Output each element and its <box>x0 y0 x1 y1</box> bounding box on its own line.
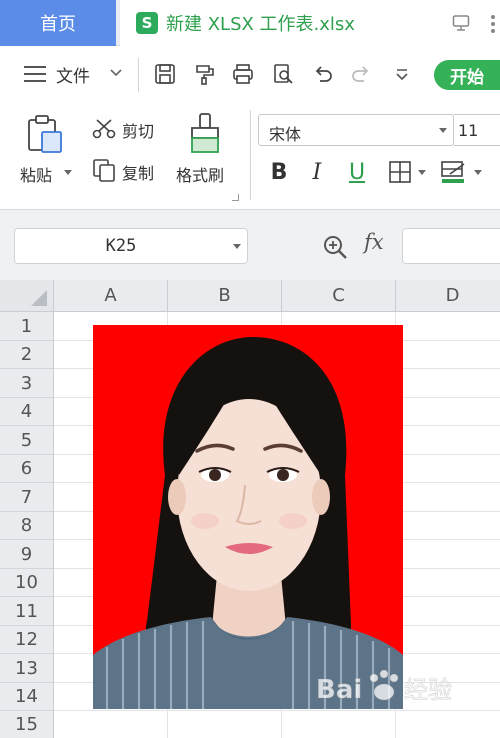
italic-button[interactable]: I <box>304 158 330 186</box>
ribbon-toolbar: 粘贴 剪切 复制 格式刷 宋体 11 B I U <box>0 102 500 210</box>
toolbar-divider <box>138 58 139 92</box>
borders-icon[interactable] <box>388 160 414 184</box>
column-header-b[interactable]: B <box>168 280 282 312</box>
print-preview-icon[interactable] <box>272 63 294 85</box>
portrait-illustration <box>93 337 403 709</box>
row-header[interactable]: 10 <box>0 569 54 597</box>
row-header[interactable]: 3 <box>0 369 54 398</box>
tab-document[interactable]: S 新建 XLSX 工作表.xlsx <box>120 0 500 46</box>
formula-input[interactable] <box>402 228 500 264</box>
undo-icon[interactable] <box>312 63 334 85</box>
row-header[interactable]: 5 <box>0 426 54 455</box>
bold-button[interactable]: B <box>266 158 292 186</box>
row-header[interactable]: 8 <box>0 512 54 540</box>
row-header[interactable]: 7 <box>0 483 54 512</box>
paste-icon[interactable] <box>26 114 64 154</box>
formula-bar: K25 fx <box>0 210 500 280</box>
tab-document-label: 新建 XLSX 工作表.xlsx <box>166 14 355 35</box>
row-header[interactable]: 1 <box>0 312 54 341</box>
format-painter-button[interactable]: 格式刷 <box>176 162 224 186</box>
row-header[interactable]: 9 <box>0 540 54 569</box>
chevron-down-icon[interactable] <box>108 64 124 80</box>
save-icon[interactable] <box>154 63 176 85</box>
print-icon[interactable] <box>232 63 254 85</box>
cut-button[interactable]: 剪切 <box>122 118 154 142</box>
name-box-dropdown-icon <box>233 244 241 249</box>
font-size-select[interactable]: 11 <box>454 114 500 146</box>
row-header[interactable]: 4 <box>0 398 54 426</box>
ribbon-divider <box>250 110 251 200</box>
more-dropdown-icon[interactable] <box>394 68 410 82</box>
start-tab-label: 开始 <box>450 67 484 88</box>
cell-reference: K25 <box>105 236 137 256</box>
row-header[interactable]: 14 <box>0 683 54 711</box>
paste-dropdown-icon[interactable] <box>64 170 72 176</box>
start-tab-button[interactable]: 开始 <box>434 60 500 90</box>
svg-text:Bai: Bai <box>316 675 362 705</box>
row-header[interactable]: 12 <box>0 626 54 654</box>
fill-color-icon[interactable] <box>440 160 468 184</box>
clipboard-dialog-launcher-icon[interactable] <box>232 194 239 201</box>
more-options-icon[interactable] <box>486 12 500 34</box>
insert-function-button[interactable]: fx <box>364 230 384 254</box>
tab-bar: 首页 S 新建 XLSX 工作表.xlsx <box>0 0 500 46</box>
monitor-icon[interactable] <box>452 14 470 32</box>
redo-icon[interactable] <box>350 63 372 85</box>
file-menu[interactable]: 文件 <box>56 62 90 87</box>
zoom-icon[interactable] <box>322 234 348 260</box>
copy-icon[interactable] <box>92 158 116 182</box>
row-header[interactable]: 15 <box>0 711 54 738</box>
row-header[interactable]: 2 <box>0 341 54 369</box>
row-header[interactable]: 6 <box>0 455 54 483</box>
format-painter-icon[interactable] <box>186 112 224 154</box>
menu-row: 文件 开始 <box>0 46 500 102</box>
underline-button[interactable]: U <box>344 158 370 186</box>
row-header[interactable]: 13 <box>0 654 54 683</box>
hamburger-menu-icon[interactable] <box>24 66 46 82</box>
column-header-a[interactable]: A <box>54 280 168 312</box>
tab-home[interactable]: 首页 <box>0 0 116 46</box>
row-header[interactable]: 11 <box>0 597 54 626</box>
column-header-c[interactable]: C <box>282 280 396 312</box>
font-name-value: 宋体 <box>269 125 302 144</box>
font-name-select[interactable]: 宋体 <box>258 114 454 146</box>
svg-text:经验: 经验 <box>404 676 452 704</box>
font-dropdown-icon <box>439 128 447 133</box>
column-header-d[interactable]: D <box>396 280 500 312</box>
scissors-icon[interactable] <box>92 118 116 140</box>
id-photo-image[interactable] <box>93 325 403 709</box>
borders-dropdown-icon[interactable] <box>418 170 426 176</box>
name-box[interactable]: K25 <box>14 228 248 264</box>
format-painter-quick-icon[interactable] <box>194 63 216 85</box>
spreadsheet-app-icon: S <box>136 12 158 34</box>
paste-button[interactable]: 粘贴 <box>20 162 52 186</box>
copy-button[interactable]: 复制 <box>122 160 154 184</box>
font-size-value: 11 <box>458 121 479 140</box>
baidu-jingyan-watermark: Bai 经验 <box>316 669 452 705</box>
tab-home-label: 首页 <box>40 14 76 35</box>
fill-color-dropdown-icon[interactable] <box>474 170 482 176</box>
select-all-corner[interactable] <box>0 280 54 312</box>
